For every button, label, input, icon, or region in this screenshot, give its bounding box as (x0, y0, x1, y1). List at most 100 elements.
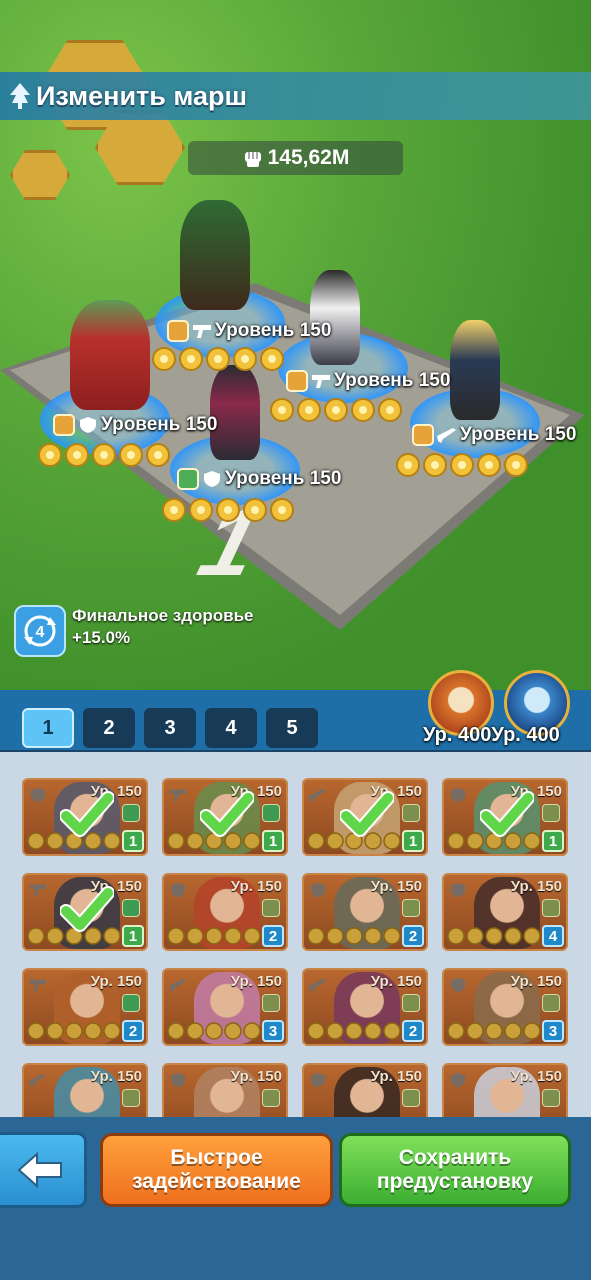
gun-icon (29, 979, 47, 992)
shield-icon (170, 1072, 186, 1088)
star-icon (186, 927, 204, 945)
hero-card-level: Ур. 150 (230, 973, 282, 990)
class-icon (122, 899, 140, 917)
hero-card-level: Ур. 150 (510, 878, 562, 895)
rifle-icon (309, 978, 327, 993)
hero-card[interactable]: Ур. 150 2 (302, 968, 428, 1046)
star-icon (189, 498, 213, 522)
formation-bonus[interactable]: 4 Финальное здоровье +15.0% (14, 605, 254, 657)
rifle-icon (29, 1073, 47, 1088)
shield-icon (450, 882, 466, 898)
tab-formation-1[interactable]: 1 (22, 708, 74, 748)
hero-card-stars (307, 927, 401, 945)
hero-figure-gunner[interactable] (310, 270, 360, 365)
star-icon (46, 1022, 64, 1040)
hero-card[interactable]: Ур. 150 2 (162, 873, 288, 951)
hero-card[interactable]: Ур. 150 1 (442, 778, 568, 856)
star-icon (206, 347, 230, 371)
shield-icon (450, 787, 466, 803)
hero-stars (396, 453, 528, 477)
star-icon (162, 498, 186, 522)
hero-figure-dark[interactable] (210, 365, 260, 460)
tab-formation-4[interactable]: 4 (205, 708, 257, 748)
hero-card-stars (167, 1022, 261, 1040)
hero-card-stars (447, 1022, 541, 1040)
hero-stars (270, 398, 402, 422)
tab-formation-3[interactable]: 3 (144, 708, 196, 748)
star-icon (523, 927, 541, 945)
hero-card-level: Ур. 150 (230, 1068, 282, 1085)
class-icon (402, 804, 420, 822)
star-icon (27, 832, 45, 850)
hero-card[interactable]: Ур. 150 (302, 1063, 428, 1118)
star-icon (27, 927, 45, 945)
bonus-badge: 4 (14, 605, 66, 657)
star-icon (167, 1022, 185, 1040)
hero-card-level: Ур. 150 (90, 1068, 142, 1085)
star-icon (119, 443, 143, 467)
hero-card[interactable]: Ур. 150 (442, 1063, 568, 1118)
checkmark-icon (200, 791, 254, 837)
star-icon (243, 927, 261, 945)
hero-card[interactable]: Ур. 150 (162, 1063, 288, 1118)
star-icon (243, 498, 267, 522)
star-icon (326, 1022, 344, 1040)
hero-card[interactable]: Ур. 150 1 (302, 778, 428, 856)
hero-figure-blonde[interactable] (450, 320, 500, 420)
hero-card-stars (27, 1022, 121, 1040)
hero-stars (152, 347, 284, 371)
shield-icon (450, 977, 466, 993)
back-button[interactable] (0, 1132, 87, 1208)
hero-card[interactable]: Ур. 150 1 (162, 778, 288, 856)
star-icon (260, 347, 284, 371)
bonus-label: Финальное здоровье (72, 606, 254, 625)
hero-card[interactable]: Ур. 150 (22, 1063, 148, 1118)
hero-card[interactable]: Ур. 150 2 (302, 873, 428, 951)
hero-card-stars (167, 927, 261, 945)
arrow-left-icon (16, 1151, 62, 1189)
tab-formation-2[interactable]: 2 (83, 708, 135, 748)
star-icon (447, 832, 465, 850)
hero-card-count: 2 (122, 1020, 144, 1042)
hero-card[interactable]: Ур. 150 1 (22, 873, 148, 951)
star-icon (485, 927, 503, 945)
class-icon (122, 994, 140, 1012)
hero-card[interactable]: Ур. 150 3 (162, 968, 288, 1046)
shield-icon (450, 1072, 466, 1088)
hero-level-label: Уровень 150 (177, 468, 341, 490)
star-icon (345, 927, 363, 945)
hero-card-count: 2 (402, 1020, 424, 1042)
hero-stars (38, 443, 170, 467)
class-icon (542, 899, 560, 917)
star-icon (378, 398, 402, 422)
tab-formation-5[interactable]: 5 (266, 708, 318, 748)
star-icon (167, 832, 185, 850)
hero-card-stars (447, 927, 541, 945)
pet-level: Ур. 400 (423, 724, 492, 746)
star-icon (450, 453, 474, 477)
hero-card[interactable]: Ур. 150 3 (442, 968, 568, 1046)
hero-card-level: Ур. 150 (230, 878, 282, 895)
hero-figure-red-coat[interactable] (70, 300, 150, 410)
star-icon (297, 398, 321, 422)
star-icon (216, 498, 240, 522)
hero-card-count: 1 (262, 830, 284, 852)
star-icon (477, 453, 501, 477)
star-icon (205, 1022, 223, 1040)
hero-card-count: 4 (542, 925, 564, 947)
gun-icon (169, 789, 187, 802)
hero-card[interactable]: Ур. 150 4 (442, 873, 568, 951)
hero-card[interactable]: Ур. 150 1 (22, 778, 148, 856)
hero-card-grid: Ур. 150 1 Ур. 150 1 Ур. 150 1 Ур. 150 1 Ур. 150 1… (22, 778, 570, 1118)
hero-card-count: 1 (122, 830, 144, 852)
system-nav-bar (0, 1215, 591, 1280)
hero-card-level: Ур. 150 (90, 973, 142, 990)
hero-level-label: Уровень 150 (167, 320, 331, 342)
star-icon (65, 443, 89, 467)
hero-card-count: 3 (542, 1020, 564, 1042)
save-preset-button[interactable]: Сохранить предустановку (339, 1133, 571, 1207)
star-icon (152, 347, 176, 371)
quick-deploy-button[interactable]: Быстрое задействование (100, 1133, 333, 1207)
hero-figure-archer[interactable] (180, 200, 250, 310)
hero-card[interactable]: Ур. 150 2 (22, 968, 148, 1046)
